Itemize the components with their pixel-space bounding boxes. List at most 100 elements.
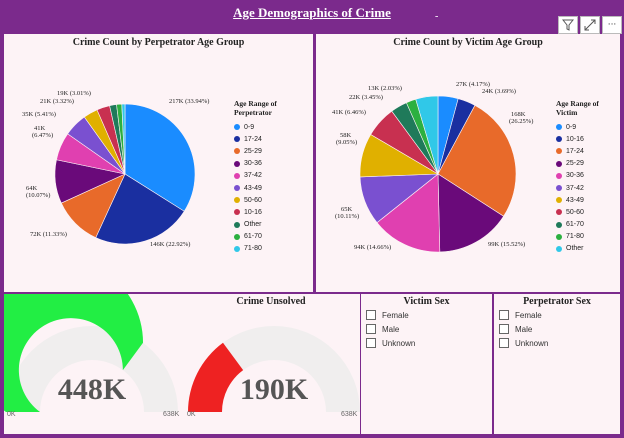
legend-swatch xyxy=(556,160,562,167)
option-label: Male xyxy=(382,324,400,334)
perpetrator-legend-title: Age Range of Perpetrator xyxy=(234,99,277,117)
gauge1-value: 448K xyxy=(58,373,127,406)
title-dash: - xyxy=(435,11,439,22)
pie2-label: (9.05%) xyxy=(336,139,357,146)
gauge2-min: 0K xyxy=(187,411,196,418)
focus-mode-button[interactable] xyxy=(580,16,600,34)
legend-item[interactable]: 17-24 xyxy=(556,145,620,157)
title-bar: Age Demographics of Crime - xyxy=(0,0,624,30)
legend-swatch xyxy=(234,136,240,143)
legend-item[interactable]: 25-29 xyxy=(556,158,620,170)
legend-item[interactable]: 0-9 xyxy=(556,121,620,133)
checkbox[interactable] xyxy=(499,310,509,320)
legend-swatch xyxy=(556,221,562,228)
gauge1-min: 0K xyxy=(7,411,16,418)
legend-label: 37-42 xyxy=(244,172,262,180)
perpetrator-sex-title: Perpetrator Sex xyxy=(523,296,591,307)
crime-unsolved-gauge[interactable]: 190K 0K 638K xyxy=(182,294,360,434)
legend-swatch xyxy=(234,148,240,155)
legend-item[interactable]: 61-70 xyxy=(556,219,620,231)
pie1-label: 217K (33.94%) xyxy=(169,98,209,105)
victim-sex-option-male[interactable]: Male xyxy=(366,322,415,336)
checkbox[interactable] xyxy=(366,324,376,334)
legend-label: 61-70 xyxy=(244,233,262,241)
legend-label: 30-36 xyxy=(566,172,584,180)
crime-solved-gauge[interactable]: 448K 0K 638K xyxy=(4,294,182,434)
legend-swatch xyxy=(556,245,562,252)
legend-swatch xyxy=(234,160,240,167)
legend-label: Other xyxy=(244,221,262,229)
pie1-label: 19K (3.01%) xyxy=(57,90,91,97)
pie1-label: 41K xyxy=(34,125,46,132)
legend-swatch xyxy=(234,172,240,179)
perpetrator-sex-option-male[interactable]: Male xyxy=(499,322,548,336)
legend-item[interactable]: 25-29 xyxy=(234,145,313,157)
legend-label: 71-80 xyxy=(566,233,584,241)
legend-swatch xyxy=(556,148,562,155)
pie2-label: 27K (4.17%) xyxy=(456,81,490,88)
victim-legend: Age Range of Victim 0-9 10-16 17-24 25-29 30… xyxy=(556,99,620,255)
legend-item[interactable]: 17-24 xyxy=(234,133,313,145)
perpetrator-pie-panel: Crime Count by Perpetrator Age Group 217… xyxy=(4,34,313,292)
checkbox[interactable] xyxy=(499,324,509,334)
legend-item[interactable]: 71-80 xyxy=(234,243,313,255)
victim-sex-title: Victim Sex xyxy=(403,296,450,307)
victim-sex-option-female[interactable]: Female xyxy=(366,308,415,322)
perpetrator-sex-option-unknown[interactable]: Unknown xyxy=(499,336,548,350)
legend-swatch xyxy=(234,185,240,192)
more-options-button[interactable]: ··· xyxy=(602,16,622,34)
pie1-label: 146K (22.92%) xyxy=(150,241,190,248)
legend-item[interactable]: 10-16 xyxy=(556,133,620,145)
pie2-label: 24K (3.69%) xyxy=(482,88,516,95)
checkbox[interactable] xyxy=(499,338,509,348)
pie2-label: (10.11%) xyxy=(335,213,359,220)
pie1-label: (6.47%) xyxy=(32,132,53,139)
filter-icon xyxy=(562,19,574,31)
legend-item[interactable]: 30-36 xyxy=(556,170,620,182)
legend-item[interactable]: 10-16 xyxy=(234,206,313,218)
legend-label: 0-9 xyxy=(566,123,577,131)
focus-mode-icon xyxy=(584,19,596,31)
legend-item[interactable]: 43-49 xyxy=(234,182,313,194)
legend-label: 25-29 xyxy=(566,160,584,168)
legend-item[interactable]: Other xyxy=(234,219,313,231)
victim-sex-slicer: Victim Sex Female Male Unknown xyxy=(361,294,492,434)
legend-item[interactable]: 71-80 xyxy=(556,231,620,243)
legend-item[interactable]: 43-49 xyxy=(556,194,620,206)
legend-swatch xyxy=(234,124,240,131)
checkbox[interactable] xyxy=(366,338,376,348)
pie2-label: 94K (14.66%) xyxy=(354,244,391,251)
legend-item[interactable]: 37-42 xyxy=(234,170,313,182)
legend-label: 10-16 xyxy=(566,135,584,143)
legend-label: 17-24 xyxy=(566,147,584,155)
victim-sex-option-unknown[interactable]: Unknown xyxy=(366,336,415,350)
legend-item[interactable]: 50-60 xyxy=(556,206,620,218)
pie1-label: (10.07%) xyxy=(26,192,50,199)
legend-item[interactable]: 30-36 xyxy=(234,158,313,170)
legend-item[interactable]: 37-42 xyxy=(556,182,620,194)
legend-label: 17-24 xyxy=(244,135,262,143)
legend-swatch xyxy=(556,185,562,192)
legend-item[interactable]: 61-70 xyxy=(234,231,313,243)
legend-swatch xyxy=(556,209,562,216)
pie2-label: (26.25%) xyxy=(509,118,533,125)
checkbox[interactable] xyxy=(366,310,376,320)
victim-legend-title: Age Range of Victim xyxy=(556,99,599,117)
legend-swatch xyxy=(234,197,240,204)
legend-item[interactable]: Other xyxy=(556,243,620,255)
perpetrator-legend: Age Range of Perpetrator 0-9 17-24 25-29 30… xyxy=(234,99,313,255)
option-label: Unknown xyxy=(515,338,549,348)
pie1-label: 64K xyxy=(26,185,38,192)
legend-swatch xyxy=(234,233,240,240)
filter-button[interactable] xyxy=(558,16,578,34)
perpetrator-sex-option-female[interactable]: Female xyxy=(499,308,548,322)
pie2-label: 168K xyxy=(511,111,526,118)
legend-item[interactable]: 0-9 xyxy=(234,121,313,133)
pie1-label: 21K (3.32%) xyxy=(40,98,74,105)
legend-item[interactable]: 50-60 xyxy=(234,194,313,206)
legend-label: 50-60 xyxy=(566,208,584,216)
option-label: Male xyxy=(515,324,533,334)
perpetrator-sex-slicer: Perpetrator Sex Female Male Unknown xyxy=(494,294,620,434)
option-label: Female xyxy=(382,310,409,320)
legend-swatch xyxy=(556,233,562,240)
